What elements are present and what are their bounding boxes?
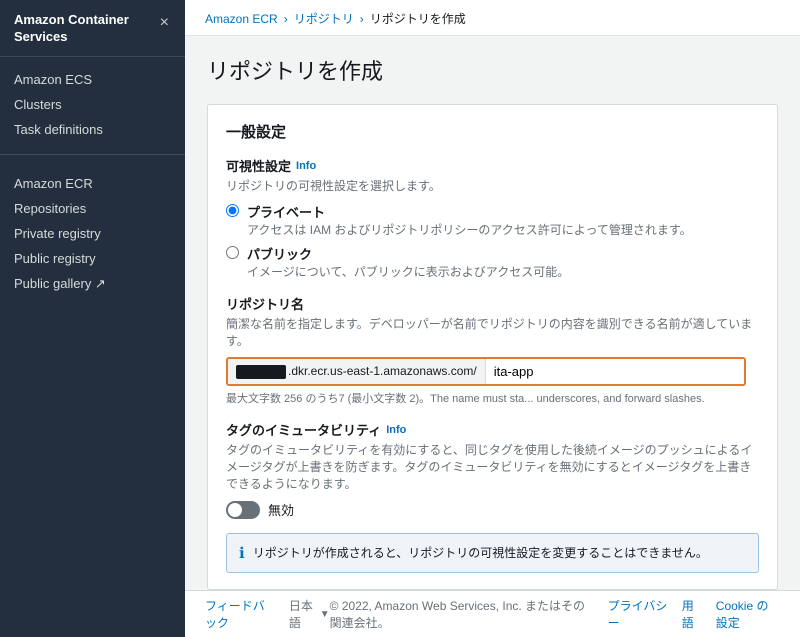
repo-name-input[interactable] [486, 359, 744, 384]
tag-toggle[interactable] [226, 501, 260, 519]
repo-name-field: リポジトリ名 簡潔な名前を指定します。デベロッパーが名前でリポジトリの内容を識別… [226, 294, 759, 406]
breadcrumb-item-ecr[interactable]: Amazon ECR [205, 12, 278, 26]
sidebar: Amazon Container Services × Amazon ECS C… [0, 0, 185, 637]
sidebar-item-clusters[interactable]: Clusters [0, 92, 185, 117]
sidebar-header: Amazon Container Services × [0, 0, 185, 57]
breadcrumb-item-repos[interactable]: リポジトリ [294, 10, 354, 27]
visibility-field: 可視性設定 Info リポジトリの可視性設定を選択します。 プライベート アクセ… [226, 156, 759, 280]
tag-immutability-label: タグのイミュータビリティ Info [226, 420, 759, 439]
tag-toggle-row: 無効 [226, 500, 759, 519]
visibility-info-button[interactable]: Info [296, 160, 316, 172]
language-selector[interactable]: 日本語 ▼ [289, 597, 330, 631]
general-section-heading: 一般設定 [226, 121, 759, 142]
sidebar-item-repositories[interactable]: Repositories [0, 196, 185, 221]
sidebar-item-private-registry[interactable]: Private registry [0, 221, 185, 246]
sidebar-item-public-registry[interactable]: Public registry [0, 246, 185, 271]
private-desc: アクセスは IAM およびリポジトリポリシーのアクセス許可によって管理されます。 [247, 221, 692, 238]
sidebar-divider [0, 154, 185, 155]
breadcrumb-sep-1: › [284, 12, 288, 26]
visibility-radio-group: プライベート アクセスは IAM およびリポジトリポリシーのアクセス許可によって… [226, 202, 759, 280]
sidebar-section-ecr: Amazon ECR Repositories Private registry… [0, 161, 185, 303]
repo-name-row: .dkr.ecr.us-east-1.amazonaws.com/ [226, 357, 746, 386]
breadcrumb-sep-2: › [360, 12, 364, 26]
repo-name-label: リポジトリ名 [226, 294, 759, 313]
chevron-down-icon: ▼ [320, 609, 330, 620]
repo-name-desc: 簡潔な名前を指定します。デベロッパーが名前でリポジトリの内容を識別できる名前が適… [226, 315, 759, 349]
sidebar-title: Amazon Container Services [14, 12, 158, 46]
terms-link[interactable]: 用語 [682, 597, 702, 631]
sidebar-close-button[interactable]: × [158, 14, 171, 32]
visibility-label: 可視性設定 Info [226, 156, 759, 175]
visibility-info-box: ℹ リポジトリが作成されると、リポジトリの可視性設定を変更することはできません。 [226, 533, 759, 573]
repo-name-hint: 最大文字数 256 のうち7 (最小文字数 2)。The name must s… [226, 390, 759, 406]
copyright-text: © 2022, Amazon Web Services, Inc. またはその関… [330, 597, 594, 631]
sidebar-section-ecs: Amazon ECS Clusters Task definitions [0, 57, 185, 148]
general-settings-card: 一般設定 可視性設定 Info リポジトリの可視性設定を選択します。 プライベー… [207, 104, 778, 590]
privacy-link[interactable]: プライバシー [608, 597, 668, 631]
repo-prefix-masked [236, 365, 286, 379]
public-label: パブリック [247, 244, 569, 263]
page-title: リポジトリを作成 [207, 54, 778, 86]
footer-left: フィードバック 日本語 ▼ [205, 597, 330, 631]
public-radio-option: パブリック イメージについて、パブリックに表示およびアクセス可能。 [226, 244, 759, 280]
sidebar-item-ecr[interactable]: Amazon ECR [0, 171, 185, 196]
tag-immutability-desc: タグのイミュータビリティを有効にすると、同じタグを使用した後続イメージのプッシュ… [226, 441, 759, 492]
public-radio[interactable] [226, 246, 239, 259]
private-radio-option: プライベート アクセスは IAM およびリポジトリポリシーのアクセス許可によって… [226, 202, 759, 238]
feedback-link[interactable]: フィードバック [205, 597, 275, 631]
footer-right: © 2022, Amazon Web Services, Inc. またはその関… [330, 597, 780, 631]
repo-prefix: .dkr.ecr.us-east-1.amazonaws.com/ [228, 359, 486, 384]
sidebar-item-public-gallery[interactable]: Public gallery ↗ [0, 271, 185, 297]
main-content: Amazon ECR › リポジトリ › リポジトリを作成 リポジトリを作成 一… [185, 0, 800, 637]
sidebar-item-ecs[interactable]: Amazon ECS [0, 67, 185, 92]
info-circle-icon: ℹ [239, 544, 245, 562]
sidebar-item-task-definitions[interactable]: Task definitions [0, 117, 185, 142]
page-body: リポジトリを作成 一般設定 可視性設定 Info リポジトリの可視性設定を選択し… [185, 36, 800, 590]
visibility-desc: リポジトリの可視性設定を選択します。 [226, 177, 759, 194]
breadcrumb-current: リポジトリを作成 [370, 10, 466, 27]
breadcrumb: Amazon ECR › リポジトリ › リポジトリを作成 [185, 0, 800, 36]
footer: フィードバック 日本語 ▼ © 2022, Amazon Web Service… [185, 590, 800, 637]
visibility-info-text: リポジトリが作成されると、リポジトリの可視性設定を変更することはできません。 [253, 544, 708, 561]
tag-immutability-field: タグのイミュータビリティ Info タグのイミュータビリティを有効にすると、同じ… [226, 420, 759, 519]
cookie-link[interactable]: Cookie の設定 [716, 597, 780, 631]
private-label: プライベート [247, 202, 692, 221]
tag-info-button[interactable]: Info [386, 424, 406, 436]
public-desc: イメージについて、パブリックに表示およびアクセス可能。 [247, 263, 569, 280]
private-radio[interactable] [226, 204, 239, 217]
tag-toggle-label: 無効 [268, 500, 294, 519]
